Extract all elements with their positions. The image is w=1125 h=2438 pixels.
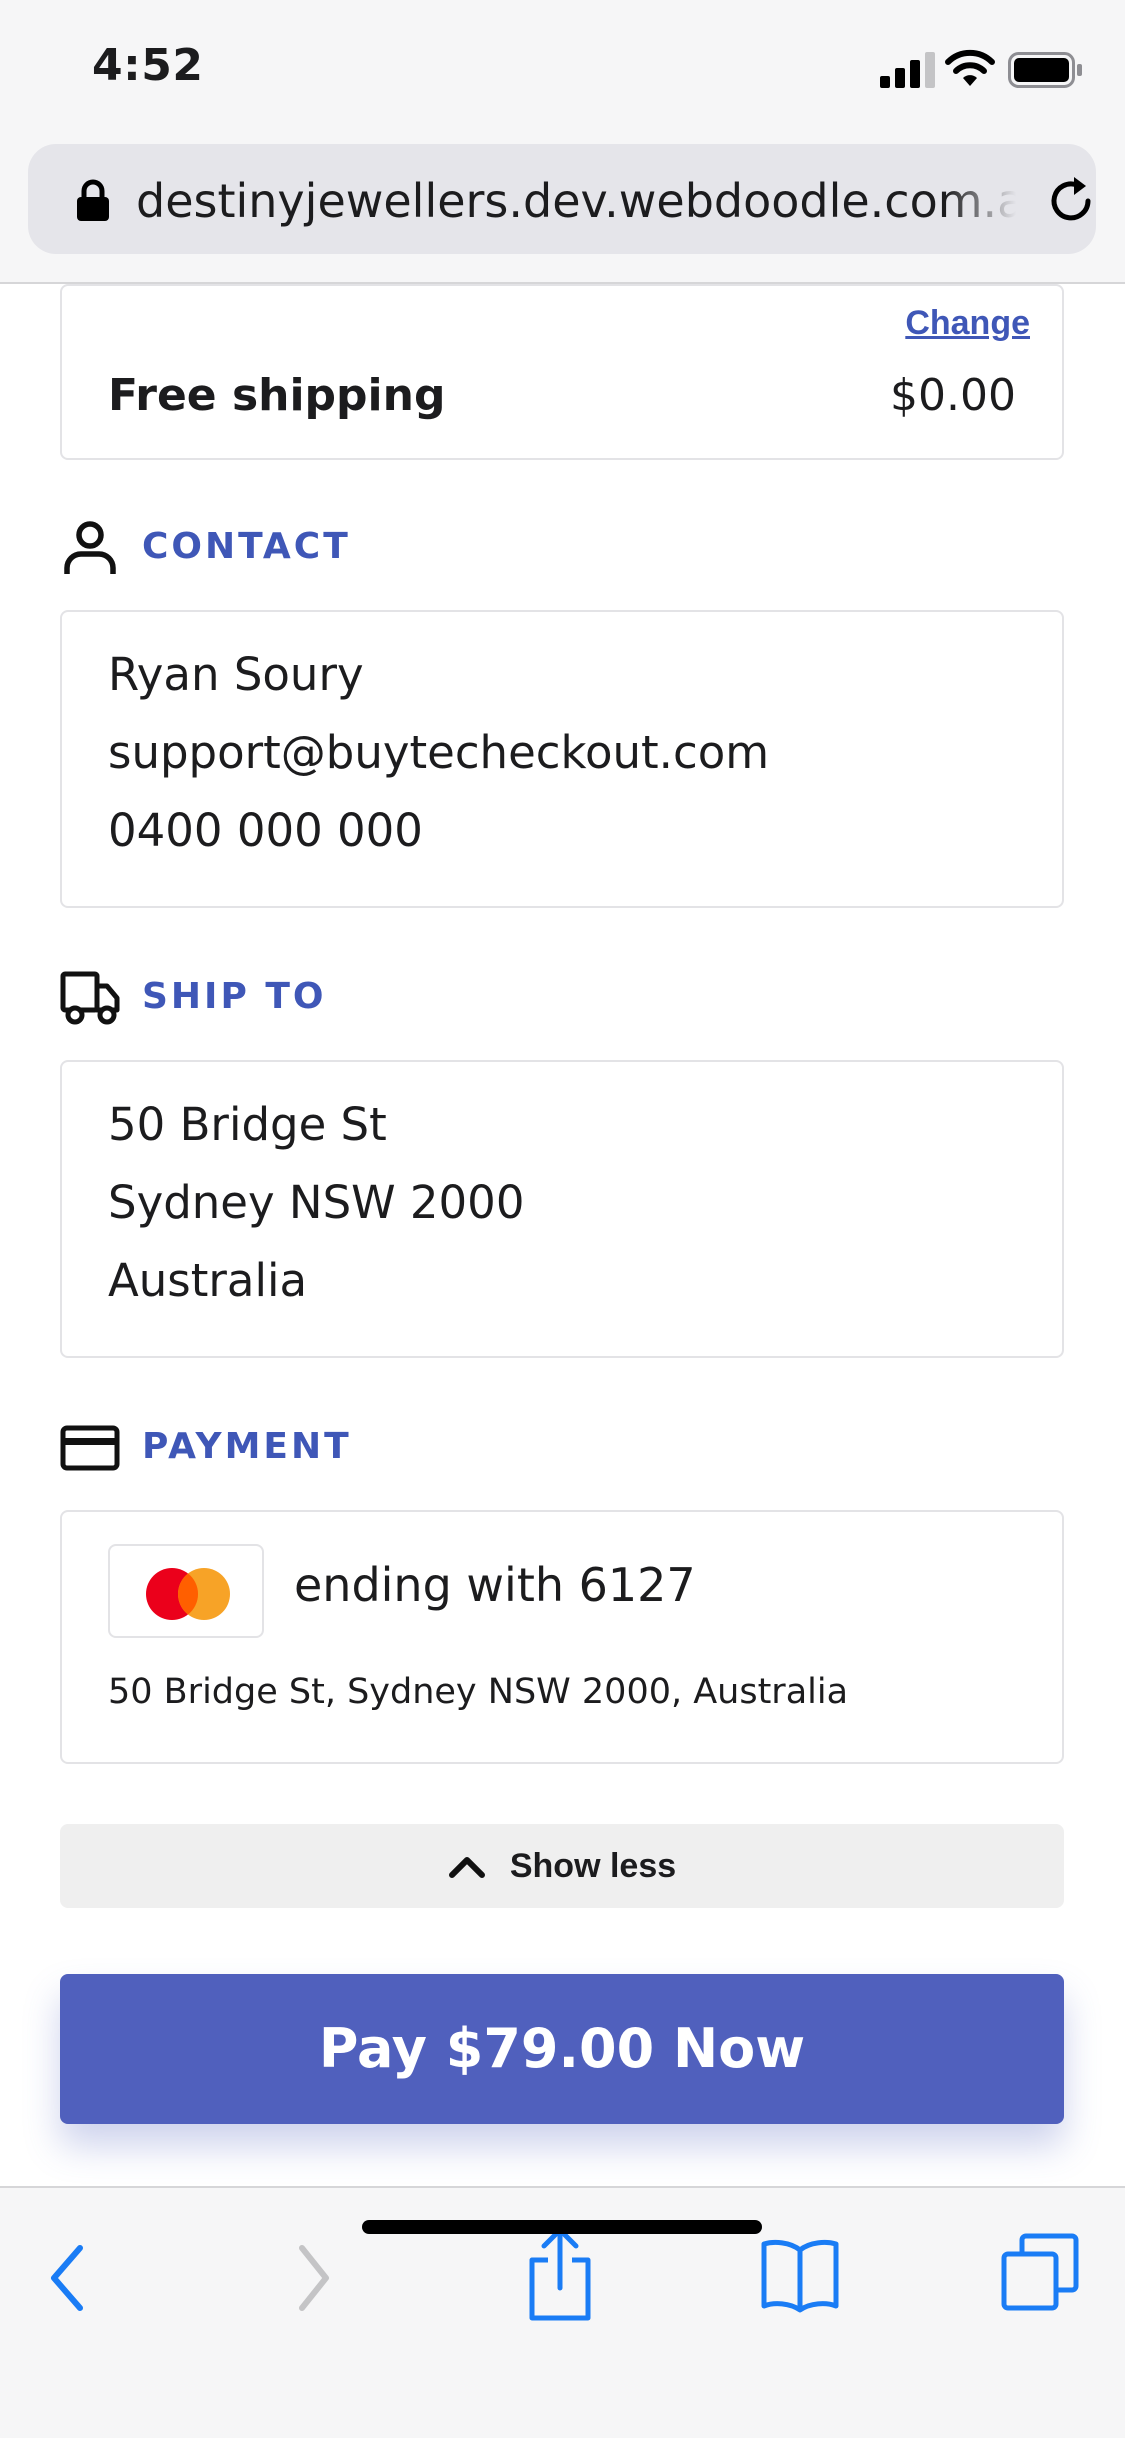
home-indicator[interactable] xyxy=(362,2220,762,2234)
ship-address-line-1: 50 Bridge St xyxy=(108,1098,387,1151)
shipping-price: $0.00 xyxy=(890,370,1016,421)
lock-icon xyxy=(77,179,109,221)
payment-section-header: PAYMENT xyxy=(60,1418,660,1478)
person-icon xyxy=(64,521,116,574)
show-less-button[interactable]: Show less xyxy=(60,1824,1064,1908)
back-icon[interactable] xyxy=(44,2238,88,2318)
show-less-label: Show less xyxy=(509,1846,677,1885)
wifi-icon xyxy=(945,49,995,86)
ship-to-card: 50 Bridge St Sydney NSW 2000 Australia xyxy=(60,1060,1064,1358)
address-bar[interactable]: destinyjewellers.dev.webdoodle.com.au xyxy=(28,144,1096,254)
reload-icon[interactable] xyxy=(1044,174,1098,228)
forward-icon[interactable] xyxy=(292,2238,336,2318)
payment-title: PAYMENT xyxy=(142,1426,352,1467)
bookmarks-icon[interactable] xyxy=(760,2234,840,2314)
billing-address: 50 Bridge St, Sydney NSW 2000, Australia xyxy=(108,1672,849,1712)
contact-phone: 0400 000 000 xyxy=(108,804,423,857)
contact-section-header: CONTACT xyxy=(60,518,660,578)
tabs-icon[interactable] xyxy=(1000,2232,1080,2312)
contact-name: Ryan Soury xyxy=(108,648,364,701)
shipping-method-name: Free shipping xyxy=(108,370,446,421)
pay-now-label: Pay $79.00 Now xyxy=(318,2017,806,2080)
card-ending-text: ending with 6127 xyxy=(294,1558,696,1612)
ship-to-section-header: SHIP TO xyxy=(60,968,660,1028)
url-text[interactable]: destinyjewellers.dev.webdoodle.com.au xyxy=(136,174,1016,228)
contact-card: Ryan Soury support@buytecheckout.com 040… xyxy=(60,610,1064,908)
contact-title: CONTACT xyxy=(142,526,351,567)
battery-icon xyxy=(1008,52,1082,88)
ship-to-title: SHIP TO xyxy=(142,976,327,1017)
shipping-method-card: Change Free shipping $0.00 xyxy=(60,284,1064,460)
status-time: 4:52 xyxy=(92,40,204,91)
payment-card: ending with 6127 50 Bridge St, Sydney NS… xyxy=(60,1510,1064,1764)
truck-icon xyxy=(60,971,120,1025)
pay-now-button[interactable]: Pay $79.00 Now xyxy=(60,1974,1064,2124)
status-bar: 4:52 xyxy=(0,0,1125,140)
mastercard-icon xyxy=(146,1568,230,1620)
mastercard-logo xyxy=(108,1544,264,1638)
ship-address-line-2: Sydney NSW 2000 xyxy=(108,1176,525,1229)
change-shipping-link[interactable]: Change xyxy=(905,304,1030,343)
ship-address-line-3: Australia xyxy=(108,1254,308,1307)
contact-email: support@buytecheckout.com xyxy=(108,726,770,779)
share-icon[interactable] xyxy=(524,2224,596,2324)
browser-address-area: destinyjewellers.dev.webdoodle.com.au xyxy=(0,140,1125,284)
cellular-signal-icon xyxy=(880,52,935,88)
chevron-up-icon xyxy=(448,1857,485,1878)
credit-card-icon xyxy=(60,1425,120,1471)
